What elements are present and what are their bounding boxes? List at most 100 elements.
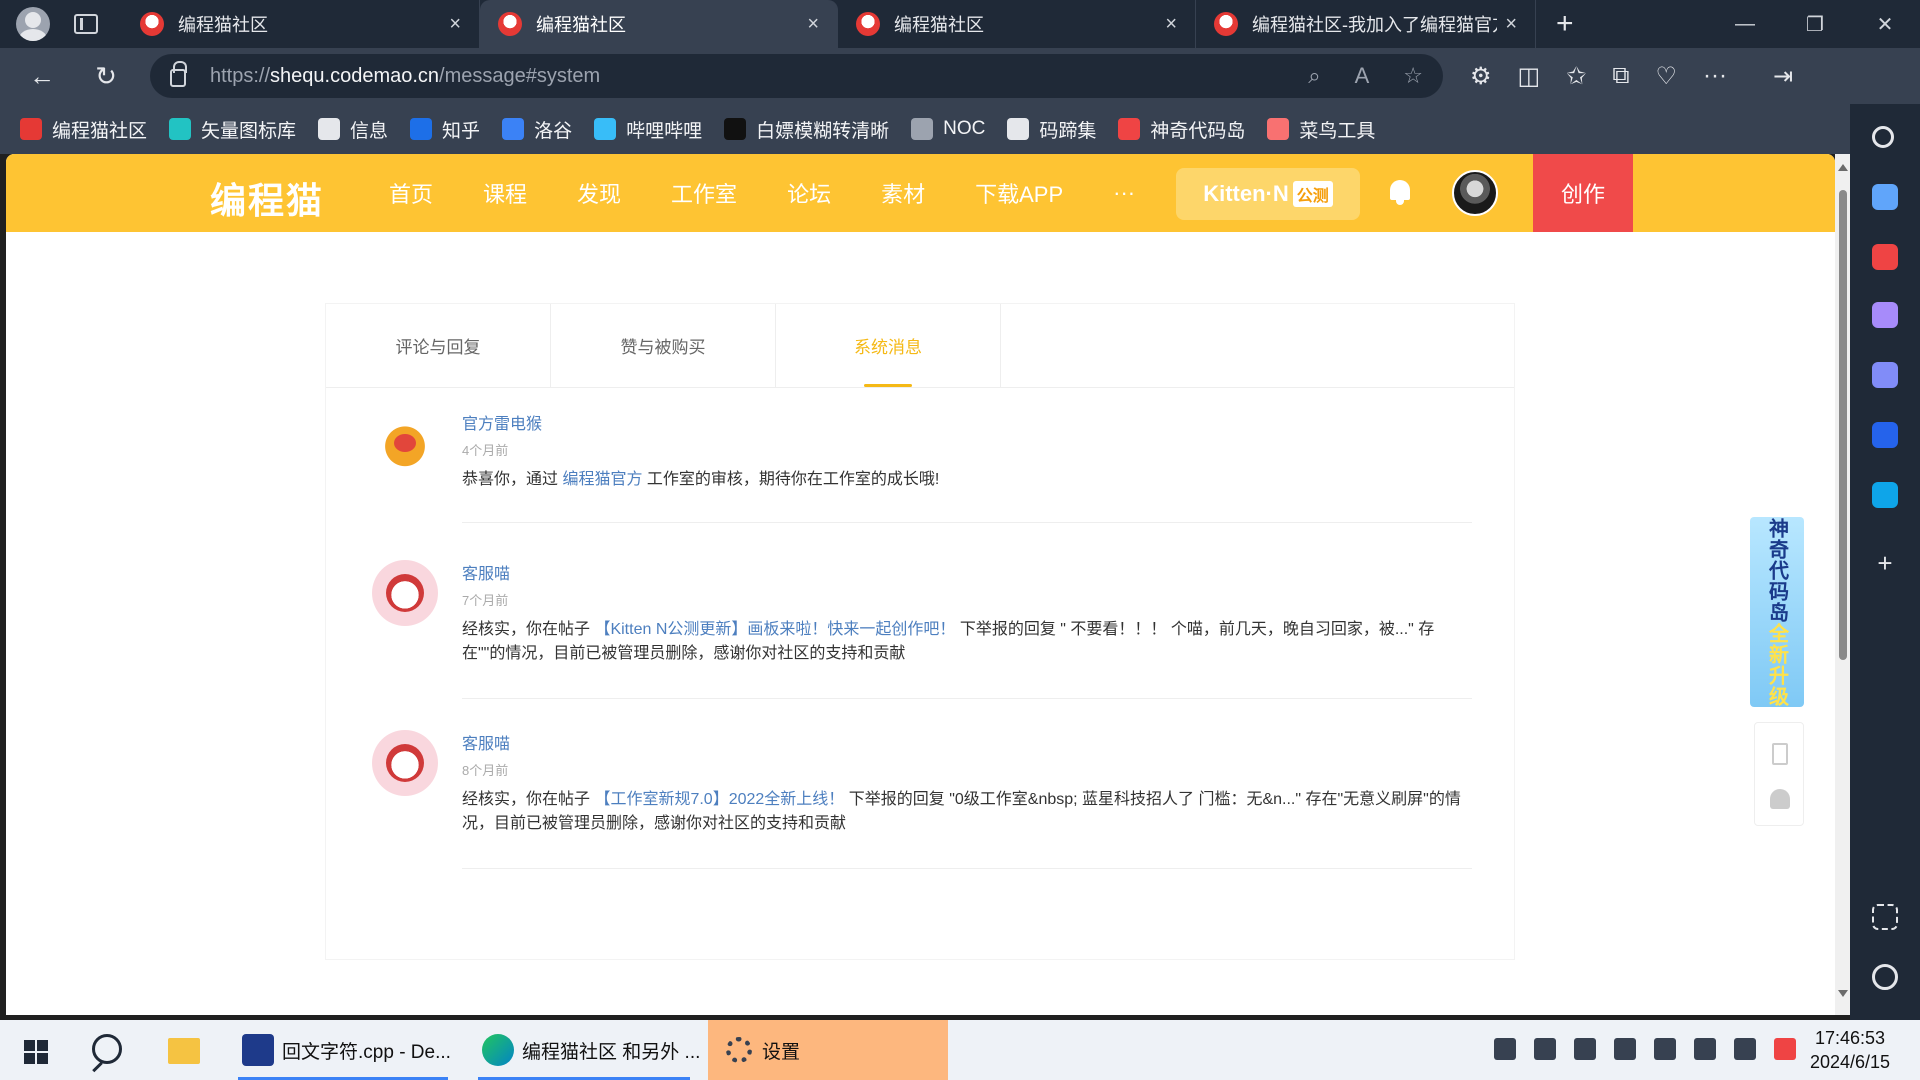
user-avatar[interactable] <box>1452 170 1498 216</box>
sidebar-copilot-icon[interactable] <box>1872 362 1898 388</box>
scroll-up-icon[interactable] <box>1838 164 1848 171</box>
read-aloud-icon[interactable]: A <box>1355 63 1370 89</box>
close-tab-icon[interactable]: × <box>1165 13 1177 36</box>
browser-tab-2[interactable]: 编程猫社区 × <box>480 0 838 48</box>
nav-studio[interactable]: 工作室 <box>671 177 737 209</box>
bookmark-item[interactable]: 洛谷 <box>502 116 572 143</box>
back-icon[interactable]: ← <box>10 61 74 92</box>
battery-icon[interactable] <box>1654 1038 1676 1060</box>
nav-courses[interactable]: 课程 <box>483 177 527 209</box>
bookmark-item[interactable]: 白嫖模糊转清晰 <box>724 116 889 143</box>
refresh-icon[interactable]: ↻ <box>74 61 138 92</box>
taskbar-app-settings[interactable]: 设置 <box>708 1020 948 1080</box>
bookmark-item[interactable]: 神奇代码岛 <box>1118 116 1245 143</box>
create-button[interactable]: 创作 <box>1533 154 1633 232</box>
sidebar-add-icon[interactable]: + <box>1872 550 1898 578</box>
sender-name[interactable]: 官方雷电猴 <box>462 410 542 434</box>
nav-forum[interactable]: 论坛 <box>787 177 831 209</box>
display-icon[interactable] <box>1534 1038 1556 1060</box>
bookmark-favicon-icon <box>1267 118 1290 140</box>
nav-materials[interactable]: 素材 <box>881 177 925 209</box>
close-tab-icon[interactable]: × <box>1505 13 1517 36</box>
sender-avatar[interactable] <box>372 410 438 476</box>
restore-icon[interactable]: ❐ <box>1780 0 1850 48</box>
new-tab-button[interactable]: + <box>1556 7 1574 41</box>
sidebar-toggle-icon[interactable]: ⇥ <box>1773 62 1793 91</box>
bookmark-item[interactable]: NOC <box>911 118 985 140</box>
performance-icon[interactable]: ♡ <box>1655 62 1677 91</box>
kitten-n-button[interactable]: Kitten·N 公测 <box>1176 168 1360 220</box>
bookmark-item[interactable]: 知乎 <box>410 116 480 143</box>
taskbar-app-edge[interactable]: 编程猫社区 和另外 ... <box>468 1020 700 1080</box>
collections-icon[interactable]: ⧉ <box>1612 62 1629 90</box>
close-tab-icon[interactable]: × <box>449 13 461 36</box>
nav-discover[interactable]: 发现 <box>577 177 621 209</box>
sidebar-toolbox-icon[interactable] <box>1872 244 1898 270</box>
tab-actions-icon[interactable] <box>74 14 98 34</box>
system-clock[interactable]: 17:46:53 2024/6/15 <box>1800 1026 1900 1074</box>
sender-avatar[interactable] <box>372 560 438 626</box>
zoom-icon[interactable]: ⌕ <box>1308 63 1320 89</box>
volume-icon[interactable] <box>1614 1038 1636 1060</box>
sidebar-outlook-icon[interactable] <box>1872 422 1898 448</box>
bookmark-item[interactable]: 哔哩哔哩 <box>594 116 702 143</box>
favorites-icon[interactable]: ✩ <box>1566 62 1586 91</box>
taskbar-app-devcpp[interactable]: 回文字符.cpp - De... <box>228 1020 458 1080</box>
bookmark-item[interactable]: 菜鸟工具 <box>1267 116 1375 143</box>
code-island-banner[interactable]: 神奇代码岛 全新升级 <box>1750 517 1804 707</box>
sender-name[interactable]: 客服喵 <box>462 560 510 584</box>
mobile-icon[interactable] <box>1772 743 1788 765</box>
tab-title: 编程猫社区 <box>894 15 984 35</box>
close-window-icon[interactable]: ✕ <box>1850 0 1920 48</box>
studio-link[interactable]: 编程猫官方 <box>562 471 642 488</box>
site-logo[interactable]: 编程猫 <box>210 172 324 224</box>
windows-start-icon[interactable] <box>24 1040 48 1064</box>
split-screen-icon[interactable]: ◫ <box>1518 62 1541 91</box>
close-tab-icon[interactable]: × <box>807 13 819 36</box>
nav-more[interactable]: ··· <box>1113 180 1135 206</box>
page-scrollbar[interactable] <box>1835 154 1850 1015</box>
browser-tab-3[interactable]: 编程猫社区 × <box>838 0 1196 48</box>
file-explorer-icon[interactable] <box>168 1038 200 1064</box>
sidebar-send-icon[interactable] <box>1872 482 1898 508</box>
minimize-icon[interactable]: — <box>1710 0 1780 48</box>
sender-avatar[interactable] <box>372 730 438 796</box>
sidebar-settings-icon[interactable] <box>1872 964 1898 990</box>
sender-name[interactable]: 客服喵 <box>462 730 510 754</box>
post-link[interactable]: 【工作室新规7.0】2022全新上线！ <box>594 791 844 808</box>
feedback-bell-icon[interactable] <box>1770 789 1790 809</box>
wifi-icon[interactable] <box>1574 1038 1596 1060</box>
url-field[interactable]: https://shequ.codemao.cn/message#system … <box>150 54 1443 98</box>
tab-system-messages[interactable]: 系统消息 <box>776 304 1001 387</box>
post-link[interactable]: 【Kitten N公测更新】画板来啦！快来一起创作吧！ <box>594 621 955 638</box>
tab-likes-purchases[interactable]: 赞与被购买 <box>551 304 776 387</box>
clock-date: 2024/6/15 <box>1809 1052 1891 1072</box>
bookmark-item[interactable]: 码蹄集 <box>1007 116 1096 143</box>
more-menu-icon[interactable]: ··· <box>1703 62 1727 90</box>
sidebar-search-icon[interactable] <box>1872 126 1894 148</box>
bookmark-item[interactable]: 矢量图标库 <box>169 116 296 143</box>
profile-avatar[interactable] <box>16 7 50 41</box>
nav-home[interactable]: 首页 <box>389 177 433 209</box>
sogou-icon[interactable] <box>1774 1038 1796 1060</box>
extensions-icon[interactable]: ⚙ <box>1470 62 1492 91</box>
input-method-icon[interactable] <box>1694 1038 1716 1060</box>
sidebar-games-icon[interactable] <box>1872 302 1898 328</box>
sidebar-tag-icon[interactable] <box>1872 184 1898 210</box>
lock-icon[interactable] <box>170 61 187 87</box>
browser-tab-4[interactable]: 编程猫社区-我加入了编程猫官方 × <box>1196 0 1536 48</box>
browser-tab-1[interactable]: 编程猫社区 × <box>122 0 480 48</box>
devcpp-icon <box>242 1034 274 1066</box>
scrollbar-thumb[interactable] <box>1839 190 1847 660</box>
favorite-star-icon[interactable]: ☆ <box>1403 63 1423 89</box>
bookmark-item[interactable]: 信息 <box>318 116 388 143</box>
notification-bell-icon[interactable] <box>1388 180 1412 205</box>
bookmark-item[interactable]: 编程猫社区 <box>20 116 147 143</box>
speaker-icon[interactable] <box>1734 1038 1756 1060</box>
sidebar-screenshot-icon[interactable] <box>1872 904 1898 930</box>
tab-comments-replies[interactable]: 评论与回复 <box>326 304 551 387</box>
taskbar-search-icon[interactable] <box>92 1034 122 1064</box>
nav-download-app[interactable]: 下载APP <box>975 177 1063 209</box>
scroll-down-icon[interactable] <box>1838 990 1848 997</box>
security-shield-icon[interactable] <box>1494 1038 1516 1060</box>
